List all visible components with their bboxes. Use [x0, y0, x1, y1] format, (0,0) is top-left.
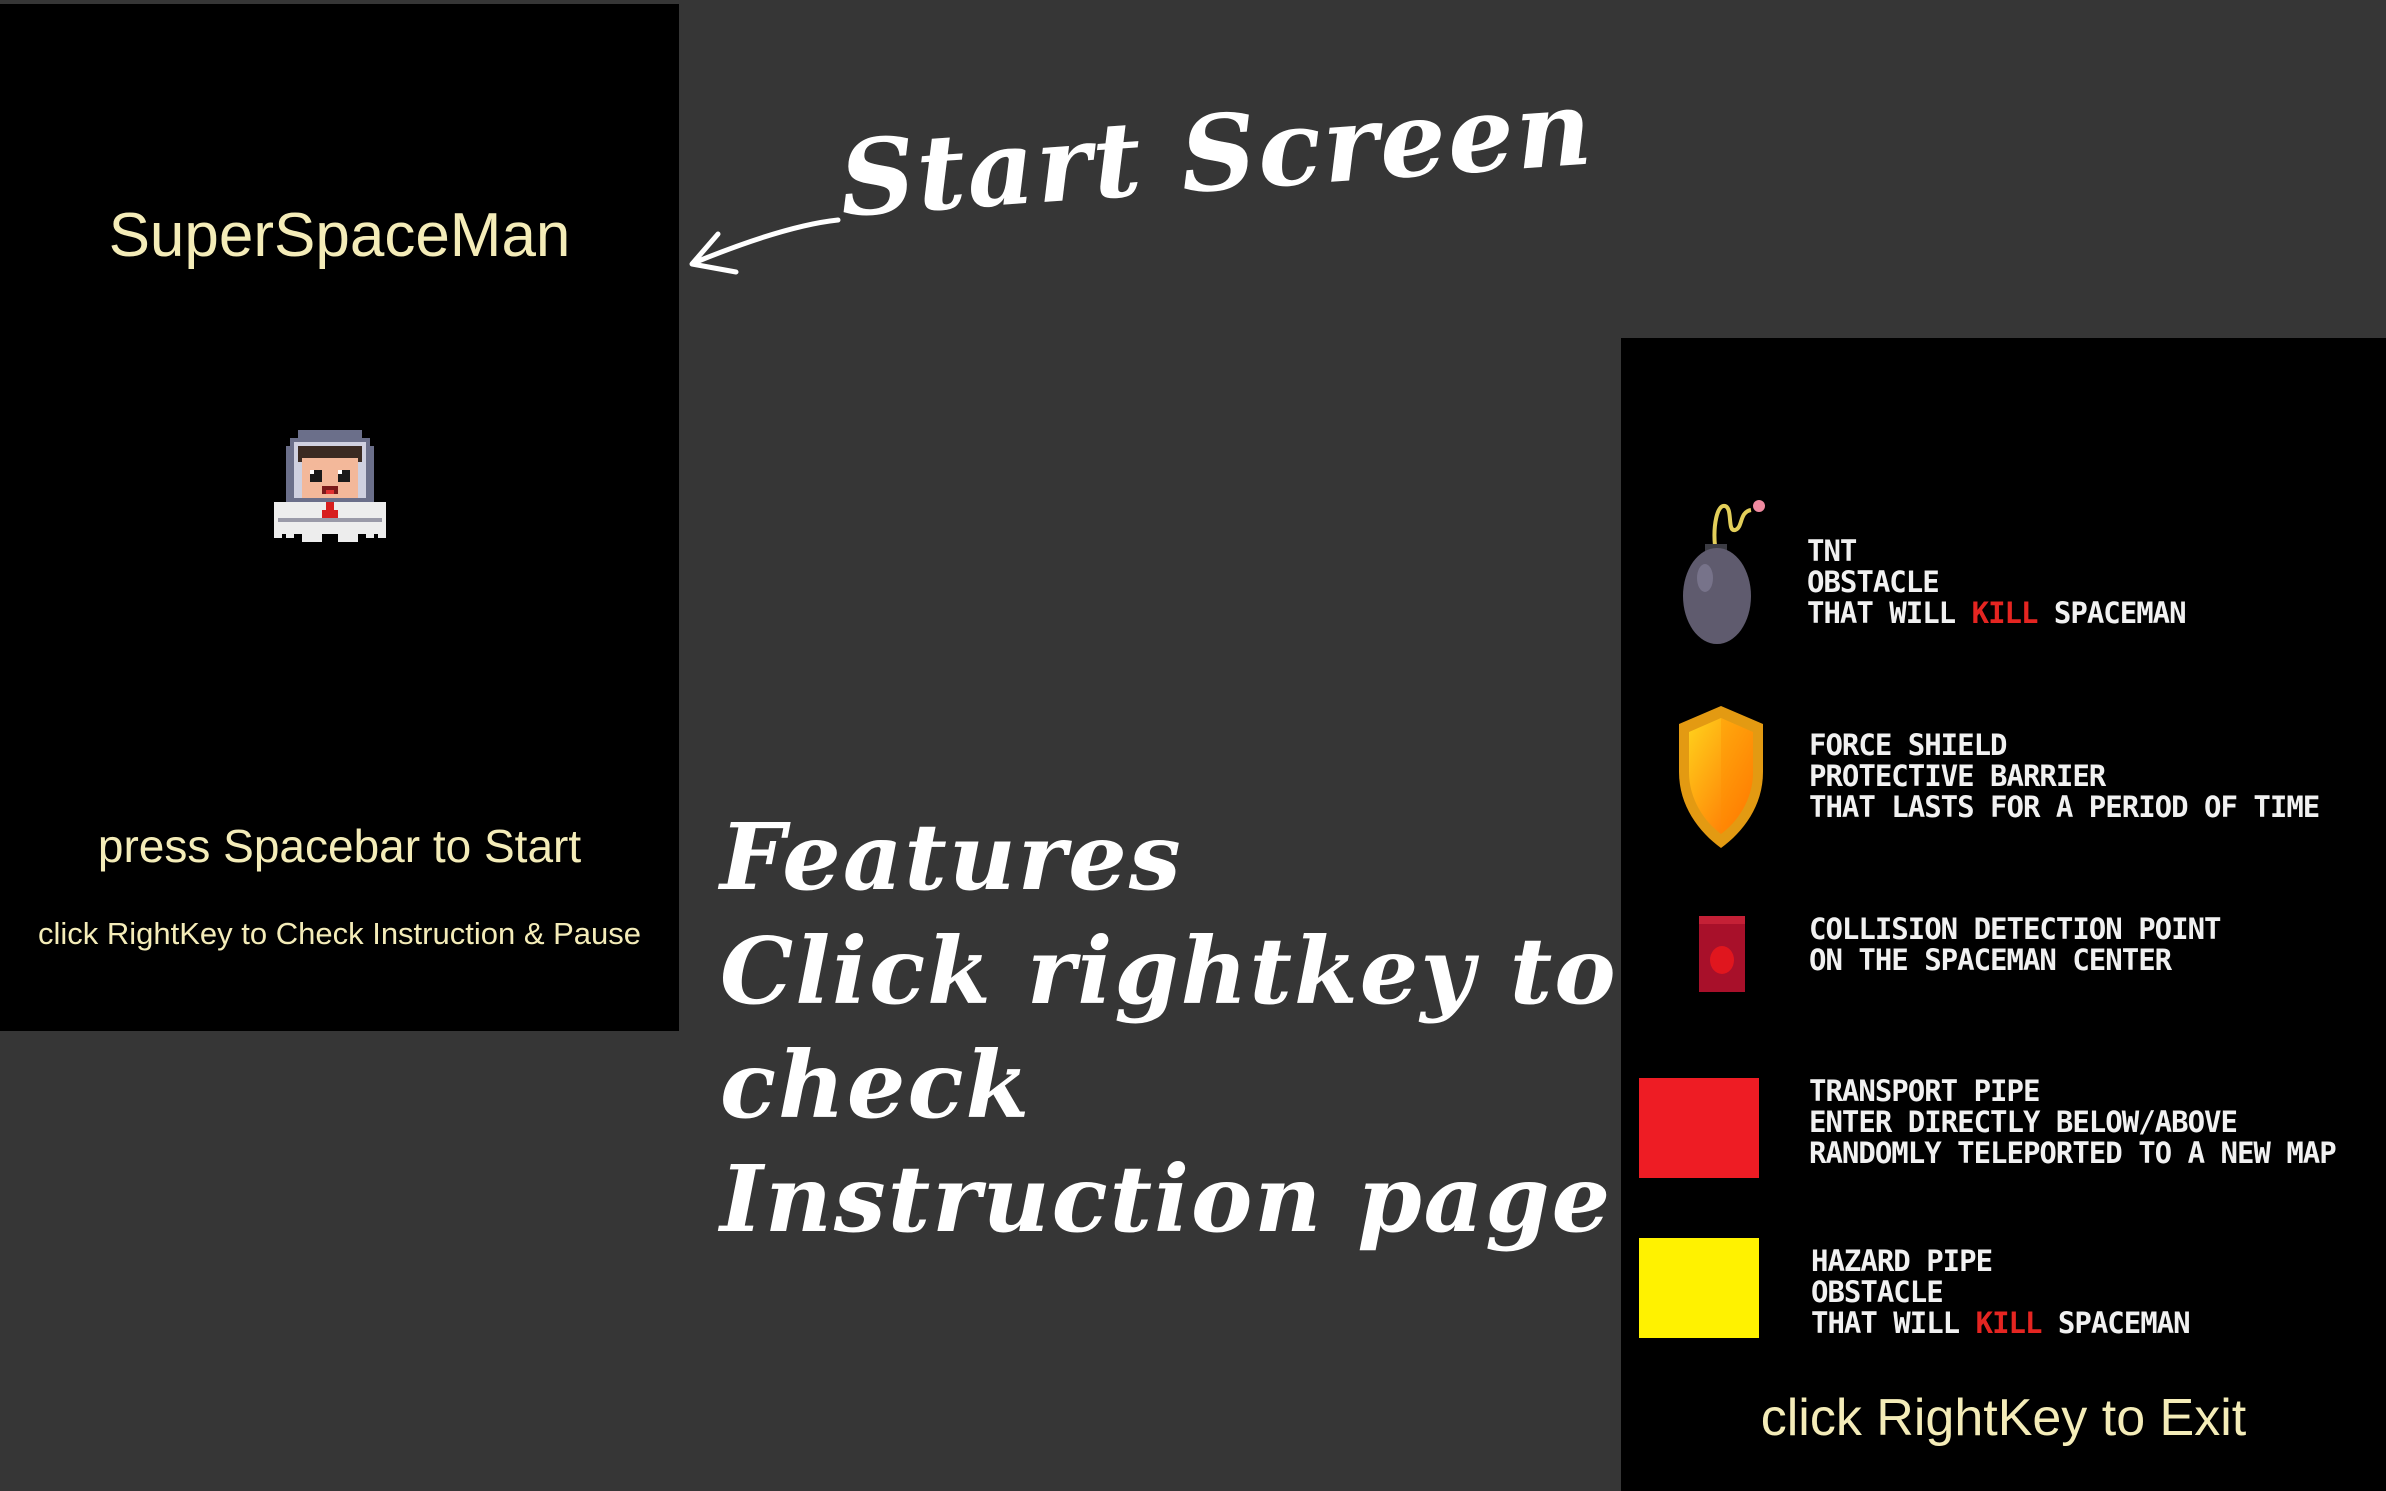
instruction-title: TRANSPORT PIPE — [1809, 1074, 2040, 1108]
start-prompt: press Spacebar to Start — [97, 820, 582, 872]
start-screen: SuperSpaceMan press Spacebar to Start cl… — [0, 4, 679, 1031]
instruction-line: PROTECTIVE BARRIER — [1809, 759, 2106, 793]
instruction-title: TNT — [1807, 534, 1857, 568]
instruction-line: ENTER DIRECTLY BELOW/ABOVE — [1809, 1105, 2238, 1139]
instruction-line: OBSTACLE — [1807, 565, 1940, 599]
instruction-page: TNT OBSTACLE THAT WILL KILL SPACEMAN FOR… — [1621, 338, 2386, 1491]
game-title: SuperSpaceMan — [108, 201, 571, 270]
instruction-line: THAT WILL KILL SPACEMAN — [1811, 1306, 2191, 1340]
features-annotation: Features Click rightkey to check Instruc… — [720, 803, 1618, 1253]
instruction-line: RANDOMLY TELEPORTED TO A NEW MAP — [1809, 1136, 2337, 1170]
exit-prompt: click RightKey to Exit — [1760, 1389, 2247, 1447]
instruction-title: COLLISION DETECTION POINT — [1809, 912, 2221, 946]
instruction-line: THAT LASTS FOR A PERIOD OF TIME — [1809, 790, 2320, 824]
red-pipe-icon — [1639, 1078, 1759, 1178]
instruction-title: FORCE SHIELD — [1809, 728, 2008, 762]
yellow-pipe-icon — [1639, 1238, 1759, 1338]
instruction-line: OBSTACLE — [1811, 1275, 1944, 1309]
shield-icon — [1679, 706, 1763, 848]
kill-word: KILL — [1971, 596, 2039, 630]
instruction-title: HAZARD PIPE — [1811, 1244, 1993, 1278]
instruction-line: THAT WILL KILL SPACEMAN — [1807, 596, 2187, 630]
arrow-icon — [689, 217, 841, 275]
instruction-hint: click RightKey to Check Instruction & Pa… — [37, 916, 642, 951]
collision-point-icon — [1699, 916, 1745, 992]
spaceman-icon — [274, 430, 386, 542]
start-screen-annotation: Start Screen — [835, 65, 1598, 241]
kill-word: KILL — [1975, 1306, 2043, 1340]
instruction-line: ON THE SPACEMAN CENTER — [1809, 943, 2172, 977]
bomb-icon — [1683, 500, 1765, 644]
